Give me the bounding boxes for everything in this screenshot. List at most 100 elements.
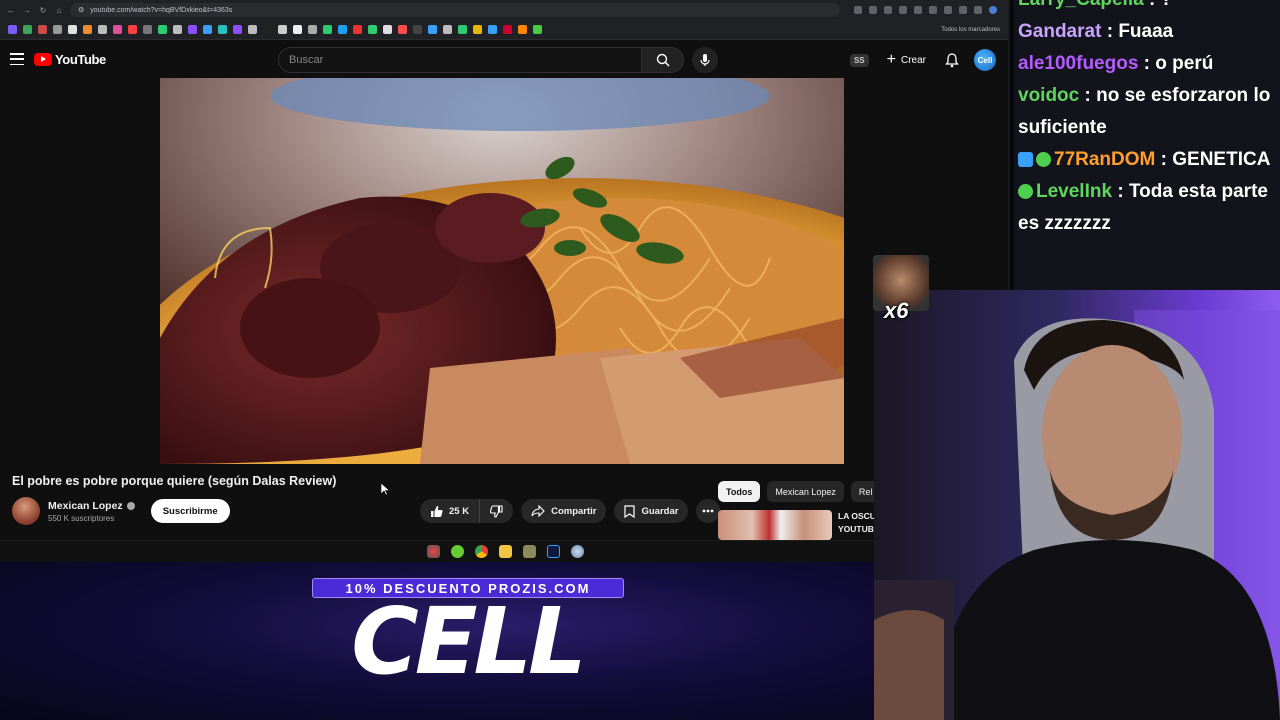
recommended-video[interactable]: LA OSCU YOUTUB	[718, 510, 878, 540]
extension-icon[interactable]	[929, 6, 937, 14]
channel-avatar[interactable]	[12, 497, 40, 525]
channel-name[interactable]: Mexican Lopez	[48, 500, 135, 512]
search-button[interactable]	[642, 47, 684, 73]
app-icon[interactable]	[426, 545, 440, 558]
more-actions-button[interactable]	[696, 499, 721, 523]
app-icon[interactable]	[570, 545, 584, 558]
bookmark-icon[interactable]	[293, 25, 302, 34]
chat-overlay: Larry_Capella : ? Gandarat : Fuaaa ale10…	[1014, 0, 1280, 290]
bookmark-icon[interactable]	[188, 25, 197, 34]
bookmark-icon[interactable]	[428, 25, 437, 34]
app-icon[interactable]	[450, 545, 464, 558]
dislike-button[interactable]	[480, 499, 514, 523]
video-player[interactable]	[160, 78, 844, 464]
menu-icon[interactable]	[10, 53, 24, 65]
extension-icon[interactable]	[884, 6, 892, 14]
bookmark-icon[interactable]	[323, 25, 332, 34]
bookmark-icon[interactable]	[503, 25, 512, 34]
chip-todos[interactable]: Todos	[718, 481, 761, 502]
share-button[interactable]: Compartir	[521, 499, 607, 523]
bookmark-icon[interactable]	[233, 25, 242, 34]
extension-icon[interactable]	[914, 6, 922, 14]
bookmark-icon[interactable]	[38, 25, 47, 34]
bookmark-icon[interactable]	[83, 25, 92, 34]
profile-icon[interactable]	[989, 6, 997, 14]
bookmark-icon[interactable]	[98, 25, 107, 34]
extension-icon[interactable]	[974, 6, 982, 14]
bookmark-icon[interactable]	[368, 25, 377, 34]
extension-icon[interactable]	[854, 6, 862, 14]
app-icon[interactable]	[522, 545, 536, 558]
photoshop-icon[interactable]	[546, 545, 560, 558]
recommended-title[interactable]: LA OSCU YOUTUB	[838, 510, 878, 540]
address-bar[interactable]: ⚙ youtube.com/watch?v=hqBVfDxkieo&t=4363…	[70, 3, 840, 17]
bookmark-icon[interactable]	[203, 25, 212, 34]
search-box	[278, 47, 718, 73]
chat-text: o perú	[1155, 53, 1214, 74]
webcam-feed	[874, 290, 1280, 720]
ss-badge[interactable]: SS	[849, 53, 869, 67]
folder-icon[interactable]	[498, 545, 512, 558]
bookmark-icon[interactable]	[518, 25, 527, 34]
bookmark-icon[interactable]	[173, 25, 182, 34]
bookmark-icon[interactable]	[443, 25, 452, 34]
channel-name-text: Mexican Lopez	[48, 499, 123, 512]
bookmark-icon[interactable]	[113, 25, 122, 34]
bookmark-icon[interactable]	[458, 25, 467, 34]
bookmark-icon[interactable]	[413, 25, 422, 34]
bookmark-icon[interactable]	[143, 25, 152, 34]
bookmark-icon[interactable]	[68, 25, 77, 34]
bookmark-icon[interactable]	[488, 25, 497, 34]
bookmark-icon[interactable]	[53, 25, 62, 34]
extensions-bar	[854, 6, 997, 14]
chat-message: voidoc : no se esforzaron lo suficiente	[1018, 85, 1271, 138]
bookmark-icon[interactable]	[308, 25, 317, 34]
site-info-icon[interactable]: ⚙	[78, 6, 84, 14]
voice-search-button[interactable]	[692, 47, 718, 73]
channel-row: Mexican Lopez 550 K suscriptores Suscrib…	[12, 497, 230, 525]
extension-icon[interactable]	[869, 6, 877, 14]
back-icon[interactable]: ←	[6, 5, 16, 15]
bookmark-icon[interactable]	[278, 25, 287, 34]
bookmark-icon[interactable]	[263, 25, 272, 34]
bookmarks-bar: Todos los marcadores	[0, 20, 1008, 40]
bookmark-icon[interactable]	[533, 25, 542, 34]
all-bookmarks-label[interactable]: Todos los marcadores	[941, 27, 1000, 33]
bookmark-icon[interactable]	[128, 25, 137, 34]
home-icon[interactable]: ⌂	[54, 5, 64, 15]
reload-icon[interactable]: ↻	[38, 5, 48, 15]
extension-icon[interactable]	[899, 6, 907, 14]
like-button[interactable]: 25 K	[420, 499, 481, 523]
browser-toolbar: ← → ↻ ⌂ ⚙ youtube.com/watch?v=hqBVfDxkie…	[0, 0, 1008, 20]
bookmark-icon[interactable]	[398, 25, 407, 34]
recommended-thumbnail[interactable]	[718, 510, 832, 540]
subscriber-badge-icon	[1036, 152, 1051, 167]
bookmark-icon[interactable]	[248, 25, 257, 34]
create-button[interactable]: + Crear	[883, 47, 930, 73]
share-arrow-icon	[531, 505, 545, 517]
subscribe-button[interactable]: Suscribirme	[150, 499, 230, 523]
extension-icon[interactable]	[944, 6, 952, 14]
bookmark-icon[interactable]	[338, 25, 347, 34]
save-button[interactable]: Guardar	[614, 499, 689, 523]
account-avatar[interactable]: Cell	[974, 49, 996, 71]
notifications-bell-icon[interactable]	[944, 52, 960, 68]
bookmark-icon[interactable]	[158, 25, 167, 34]
forward-icon[interactable]: →	[22, 5, 32, 15]
bookmark-icon[interactable]	[218, 25, 227, 34]
bookmark-icon[interactable]	[23, 25, 32, 34]
thumbs-down-icon	[490, 504, 503, 518]
chrome-icon[interactable]	[474, 545, 488, 558]
create-label: Crear	[900, 54, 926, 66]
bookmark-icon[interactable]	[383, 25, 392, 34]
bookmark-icon[interactable]	[473, 25, 482, 34]
like-dislike-group: 25 K	[420, 499, 514, 523]
bookmark-icon[interactable]	[8, 25, 17, 34]
bookmark-icon[interactable]	[353, 25, 362, 34]
chip-mexican-lopez[interactable]: Mexican Lopez	[767, 481, 844, 502]
extension-icon[interactable]	[959, 6, 967, 14]
like-count: 25 K	[449, 505, 470, 517]
youtube-logo[interactable]: YouTube	[34, 52, 106, 67]
stream-frame: ← → ↻ ⌂ ⚙ youtube.com/watch?v=hqBVfDxkie…	[0, 0, 1280, 720]
search-input[interactable]	[278, 47, 642, 73]
